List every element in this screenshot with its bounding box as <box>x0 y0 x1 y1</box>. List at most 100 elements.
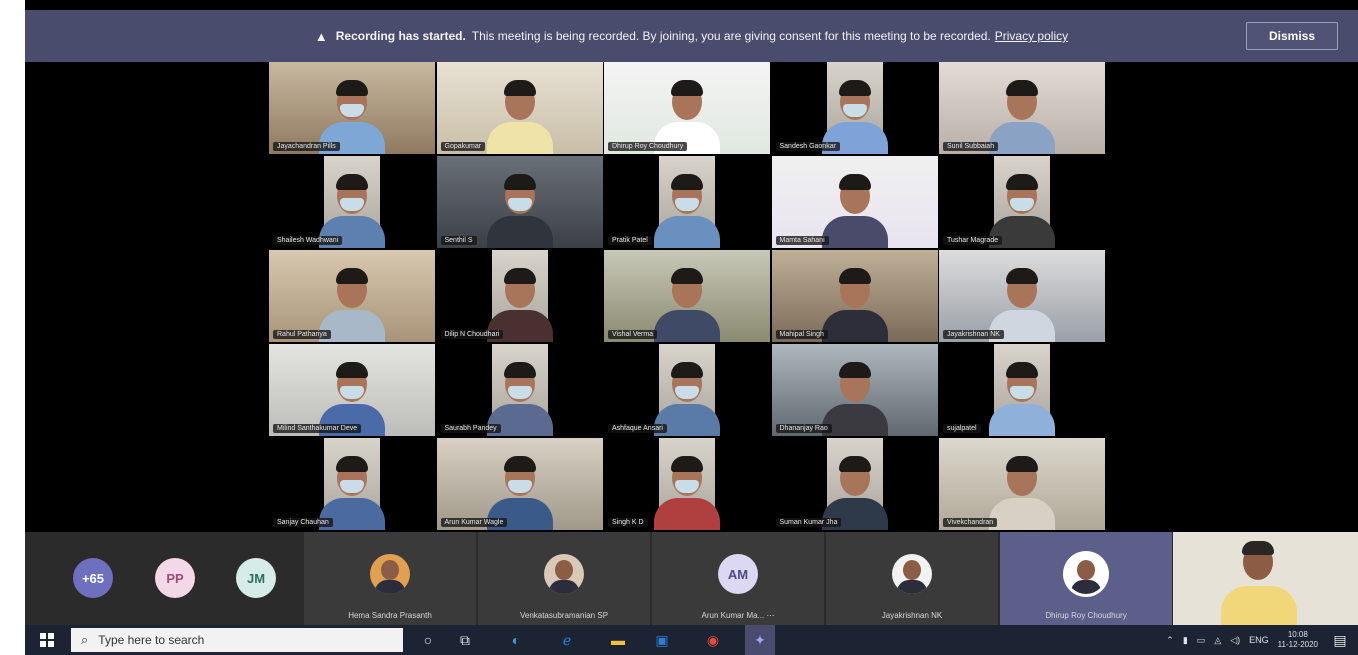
participant-name-label: Mahipal Singh <box>775 330 828 339</box>
participant-video <box>319 452 385 530</box>
participant-video <box>654 358 720 436</box>
participant-name: Dhirup Roy Choudhury <box>1045 611 1127 620</box>
task-view-icon[interactable]: ⧉ <box>455 630 475 650</box>
internet-explorer-icon[interactable]: ℯ <box>557 630 577 650</box>
participant-name-label: Gopakumar <box>440 142 486 151</box>
participant-name-label: Dhananjay Rao <box>775 424 832 433</box>
participant-strip: +65 PP JM Hema Sandra Prasanth Venkatasu… <box>25 532 1358 625</box>
video-tile[interactable]: Jayakrishnan NK <box>939 250 1105 342</box>
privacy-policy-link[interactable]: Privacy policy <box>995 29 1068 43</box>
participant-tile-5[interactable]: Dhirup Roy Choudhury <box>1000 532 1172 625</box>
participant-video <box>652 264 722 342</box>
video-tile[interactable]: Dhirup Roy Choudhury <box>604 62 770 154</box>
battery-icon[interactable]: ▭ <box>1197 635 1206 646</box>
participant-name-label: Ashfaque Ansari <box>608 424 667 433</box>
participant-name-label: Sandesh Gaonkar <box>775 142 840 151</box>
outlook-icon[interactable]: ▣ <box>652 630 672 650</box>
video-tile[interactable]: Sunil Subbaiah <box>939 62 1105 154</box>
language-indicator[interactable]: ENG <box>1249 635 1269 645</box>
video-tile[interactable]: Vivekchandran <box>939 438 1105 530</box>
avatar-am: AM <box>718 554 758 594</box>
recording-started-text: Recording has started. <box>335 29 466 43</box>
notifications-icon[interactable]: ▤ <box>1330 630 1350 650</box>
participant-name-label: Sunil Subbaiah <box>943 142 999 151</box>
participant-name-label: Suman Kumar Jha <box>775 518 842 527</box>
taskbar-clock[interactable]: 10:08 11-12-2020 <box>1278 630 1318 650</box>
teams-icon[interactable]: ✦ <box>745 625 775 655</box>
participant-tile-3[interactable]: AM Arun Kumar Ma... ⋯ <box>652 532 824 625</box>
participant-video <box>485 76 555 154</box>
participant-video <box>989 170 1055 248</box>
participant-video <box>989 358 1055 436</box>
clock-time: 10:08 <box>1287 630 1308 639</box>
participant-video <box>987 452 1057 530</box>
video-tile[interactable]: Suman Kumar Jha <box>771 438 938 530</box>
video-tile[interactable]: Dhananjay Rao <box>771 344 938 436</box>
avatar <box>1066 554 1106 594</box>
chrome-icon[interactable]: ◉ <box>703 630 723 650</box>
video-tile[interactable]: Rahul Pathariya <box>269 250 435 342</box>
avatar <box>544 554 584 594</box>
video-tile[interactable]: Milind Santhakumar Deve <box>269 344 435 436</box>
video-tile[interactable]: Saurabh Pandey <box>436 344 603 436</box>
video-tile[interactable]: Mamta Sahani <box>771 156 938 248</box>
clock-date: 11-12-2020 <box>1277 640 1318 649</box>
more-participants-button[interactable]: +65 <box>73 558 113 598</box>
video-tile[interactable]: Dilip N Choudhari <box>436 250 603 342</box>
participant-tile-1[interactable]: Hema Sandra Prasanth <box>304 532 476 625</box>
warning-icon: ▲ <box>314 28 328 44</box>
video-tile[interactable]: Gopakumar <box>436 62 603 154</box>
system-tray: ⌃ ▮ ▭ ◬ ◁) ENG 10:08 11-12-2020 <box>1166 625 1318 655</box>
windows-start-icon[interactable] <box>37 630 57 650</box>
participant-video <box>485 170 555 248</box>
participant-name-label: Pratik Patel <box>608 236 652 245</box>
participant-name: Jayakrishnan NK <box>881 611 943 620</box>
participant-name-label: Jayachandran Pills <box>273 142 340 151</box>
edge-icon[interactable]: ◐ <box>506 630 526 650</box>
avatar <box>370 554 410 594</box>
participant-video <box>486 358 553 436</box>
more-options-icon[interactable]: ⋯ <box>766 611 774 620</box>
participant-name-label: Singh K D <box>608 518 648 527</box>
video-tile[interactable]: sujalpatel <box>939 344 1105 436</box>
video-tile[interactable]: Vishal Verma <box>604 250 770 342</box>
participant-name: Hema Sandra Prasanth <box>348 611 432 620</box>
participant-name-label: Vivekchandran <box>943 518 998 527</box>
file-explorer-icon[interactable]: ▬ <box>608 630 628 650</box>
microphone-icon[interactable]: ▮ <box>1183 635 1188 646</box>
taskbar-search-box[interactable]: ⌕ Type here to search <box>71 628 403 652</box>
avatar-pp[interactable]: PP <box>155 558 195 598</box>
search-placeholder: Type here to search <box>98 633 205 647</box>
participant-name-label: sujalpatel <box>943 424 981 433</box>
participant-name-label: Saurabh Pandey <box>440 424 501 433</box>
participant-name: Arun Kumar Ma... ⋯ <box>701 611 775 620</box>
video-tile[interactable]: Sandesh Gaonkar <box>771 62 938 154</box>
avatar <box>892 554 932 594</box>
video-tile[interactable]: Ashfaque Ansari <box>604 344 770 436</box>
video-tile[interactable]: Singh K D <box>604 438 770 530</box>
participant-name-label: Jayakrishnan NK <box>943 330 1004 339</box>
network-icon[interactable]: ◬ <box>1214 635 1221 646</box>
participant-tile-4[interactable]: Jayakrishnan NK <box>826 532 998 625</box>
participant-video <box>654 170 720 248</box>
video-tile[interactable]: Shailesh Wadhwani <box>269 156 435 248</box>
participant-name-label: Tushar Magrade <box>943 236 1003 245</box>
chevron-up-icon[interactable]: ⌃ <box>1166 635 1174 646</box>
volume-icon[interactable]: ◁) <box>1230 635 1240 646</box>
video-tile[interactable]: Pratik Patel <box>604 156 770 248</box>
self-view <box>1173 532 1358 625</box>
participant-name-label: Arun Kumar Wagle <box>440 518 508 527</box>
video-tile[interactable]: Senthil S <box>436 156 603 248</box>
video-tile[interactable]: Jayachandran Pills <box>269 62 435 154</box>
participant-tile-2[interactable]: Venkatasubramanian SP <box>478 532 650 625</box>
video-tile[interactable]: Sanjay Chauhan <box>269 438 435 530</box>
video-tile[interactable]: Tushar Magrade <box>939 156 1105 248</box>
avatar-jm[interactable]: JM <box>236 558 276 598</box>
video-tile[interactable]: Mahipal Singh <box>771 250 938 342</box>
video-tile[interactable]: Arun Kumar Wagle <box>436 438 603 530</box>
dismiss-button[interactable]: Dismiss <box>1246 22 1338 50</box>
participant-name-label: Milind Santhakumar Deve <box>273 424 362 433</box>
participant-name-label: Mamta Sahani <box>775 236 829 245</box>
search-icon: ⌕ <box>81 632 89 647</box>
cortana-icon[interactable]: ○ <box>418 630 438 650</box>
